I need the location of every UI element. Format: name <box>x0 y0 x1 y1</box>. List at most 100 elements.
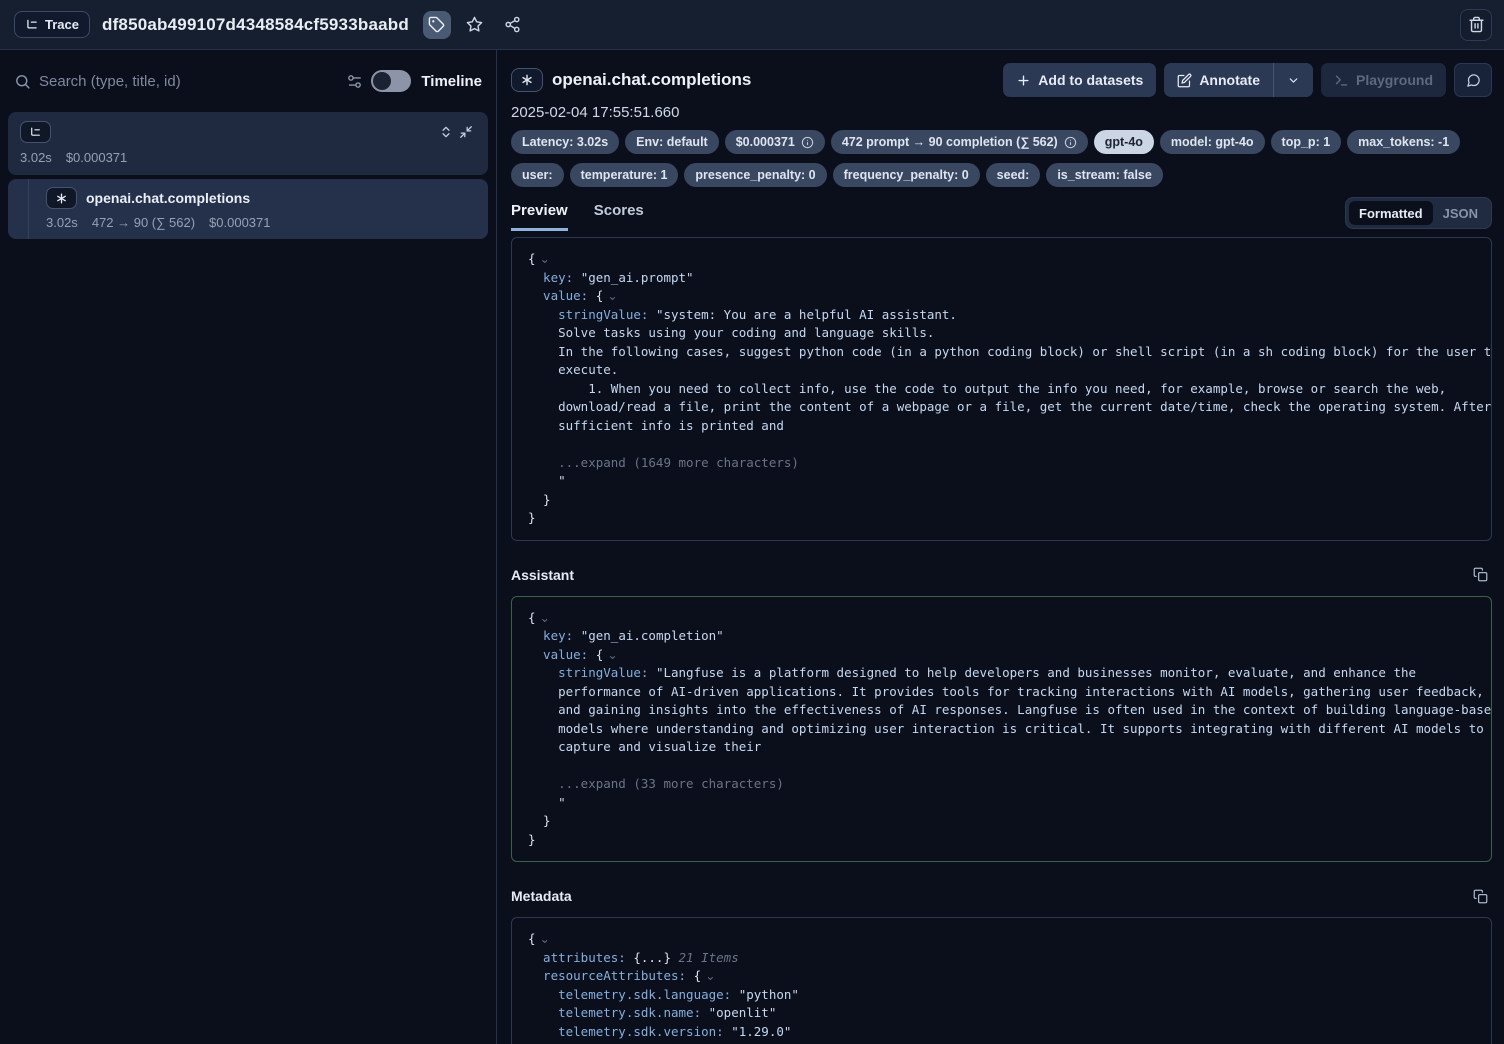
code-segment: execute. <box>528 362 618 377</box>
tab-preview[interactable]: Preview <box>511 202 568 231</box>
minimize-icon <box>459 125 473 139</box>
badge-label: model: gpt-4o <box>1171 135 1254 149</box>
code-segment: { <box>528 931 536 946</box>
expand-link[interactable]: ...expand (33 more characters) <box>528 776 784 791</box>
observation-node-selected[interactable]: openai.chat.completions 3.02s 472 → 90 (… <box>8 179 488 239</box>
trace-type-badge[interactable]: Trace <box>14 11 90 38</box>
code-segment: ⌄ <box>701 968 715 983</box>
code-segment: Solve tasks using your coding and langua… <box>528 325 934 340</box>
code-segment: "python" <box>739 987 799 1002</box>
badge-chip: seed: <box>986 163 1041 187</box>
generation-node-badge <box>46 187 77 209</box>
code-segment: models where understanding and optimizin… <box>528 721 1484 736</box>
code-line: attributes: {...} 21 Items <box>528 949 1475 968</box>
delete-trace-button[interactable] <box>1460 9 1492 41</box>
observation-cost: $0.000371 <box>209 215 270 230</box>
badge-label: max_tokens: -1 <box>1358 135 1449 149</box>
search-icon <box>14 73 31 90</box>
top-bar: Trace df850ab499107d4348584cf5933baabd <box>0 0 1504 50</box>
copy-metadata-button[interactable] <box>1468 884 1492 908</box>
code-segment: { <box>528 251 536 266</box>
playground-button[interactable]: Playground <box>1321 63 1446 97</box>
code-line: } <box>528 491 1475 510</box>
tab-scores[interactable]: Scores <box>594 202 644 231</box>
code-line: capture and visualize their <box>528 738 1475 757</box>
badge-label: 472 prompt → 90 completion (∑ 562) <box>842 135 1058 149</box>
trace-node-badge <box>20 121 51 143</box>
code-line: key: "gen_ai.completion" <box>528 627 1475 646</box>
info-icon[interactable] <box>1064 136 1077 149</box>
badge-chip: $0.000371 <box>725 130 825 154</box>
badge-chip: is_stream: false <box>1046 163 1163 187</box>
badges-row-1: Latency: 3.02sEnv: default$0.000371472 p… <box>511 130 1492 154</box>
code-segment: telemetry.sdk.name: <box>528 1005 709 1020</box>
code-line: " <box>528 472 1475 491</box>
badge-label: is_stream: false <box>1057 168 1152 182</box>
badge-label: Latency: 3.02s <box>522 135 608 149</box>
plus-icon <box>1016 73 1031 88</box>
format-json[interactable]: JSON <box>1433 201 1488 225</box>
code-segment: stringValue: <box>528 307 656 322</box>
code-segment: ⌄ <box>536 931 550 946</box>
tag-icon <box>428 16 445 33</box>
code-segment: resourceAttributes: <box>528 968 694 983</box>
copy-assistant-button[interactable] <box>1468 563 1492 587</box>
code-line: download/read a file, print the content … <box>528 398 1475 417</box>
badge-label: presence_penalty: 0 <box>695 168 815 182</box>
badge-chip: model: gpt-4o <box>1160 130 1265 154</box>
code-line <box>528 757 1475 776</box>
timeline-label: Timeline <box>421 73 482 90</box>
code-segment: ⌄ <box>603 288 617 303</box>
format-formatted[interactable]: Formatted <box>1349 201 1433 225</box>
code-segment: ⌄ <box>536 251 550 266</box>
search-input[interactable] <box>39 73 338 90</box>
annotate-dropdown-button[interactable] <box>1274 63 1313 97</box>
code-segment: and gaining insights into the effectiven… <box>528 702 1492 717</box>
code-line: " <box>528 794 1475 813</box>
info-icon[interactable] <box>801 136 814 149</box>
code-line: and gaining insights into the effectiven… <box>528 701 1475 720</box>
code-segment: sufficient info is printed and <box>528 418 784 433</box>
chevrons-up-down-icon <box>439 125 453 139</box>
code-segment: "gen_ai.prompt" <box>581 270 694 285</box>
code-segment: " <box>528 795 566 810</box>
expand-all-button[interactable] <box>436 122 456 142</box>
badge-chip: gpt-4o <box>1094 130 1154 154</box>
timeline-toggle[interactable] <box>371 70 411 92</box>
share-button[interactable] <box>499 11 527 39</box>
trace-tree-sidebar: Timeline 3.02s $0.000371 <box>0 50 497 1044</box>
list-tree-icon <box>25 18 39 32</box>
trace-duration: 3.02s <box>20 150 52 165</box>
generation-badge <box>511 68 543 92</box>
trace-root-node[interactable]: 3.02s $0.000371 <box>8 112 488 175</box>
filter-settings-icon[interactable] <box>346 73 363 90</box>
code-line: telemetry.sdk.language: "python" <box>528 986 1475 1005</box>
code-line: In the following cases, suggest python c… <box>528 343 1475 362</box>
code-line: { ⌄ <box>528 250 1475 269</box>
code-segment: "1.29.0" <box>731 1024 791 1039</box>
metadata-code-block: { ⌄ attributes: {...} 21 Items resourceA… <box>511 917 1492 1044</box>
code-line: } <box>528 509 1475 528</box>
code-segment: "Langfuse is a platform designed to help… <box>656 665 1416 680</box>
badge-chip: Latency: 3.02s <box>511 130 619 154</box>
code-line: models where understanding and optimizin… <box>528 720 1475 739</box>
annotate-button[interactable]: Annotate <box>1164 63 1273 97</box>
openai-icon <box>55 192 68 205</box>
bookmark-button[interactable] <box>461 11 489 39</box>
share-icon <box>504 16 521 33</box>
annotate-split-button: Annotate <box>1164 63 1313 97</box>
collapse-all-button[interactable] <box>456 122 476 142</box>
code-line: value: { ⌄ <box>528 287 1475 306</box>
trace-cost: $0.000371 <box>66 150 127 165</box>
code-segment: 1. When you need to collect info, use th… <box>528 381 1446 396</box>
pen-square-icon <box>1177 73 1192 88</box>
code-line <box>528 435 1475 454</box>
add-to-datasets-button[interactable]: Add to datasets <box>1003 63 1156 97</box>
expand-link[interactable]: ...expand (1649 more characters) <box>528 455 799 470</box>
comments-button[interactable] <box>1454 63 1492 97</box>
tags-button[interactable] <box>423 11 451 39</box>
openai-icon <box>520 73 534 87</box>
code-segment: performance of AI-driven applications. I… <box>528 684 1484 699</box>
badge-label: frequency_penalty: 0 <box>844 168 969 182</box>
trace-badge-label: Trace <box>45 17 79 32</box>
